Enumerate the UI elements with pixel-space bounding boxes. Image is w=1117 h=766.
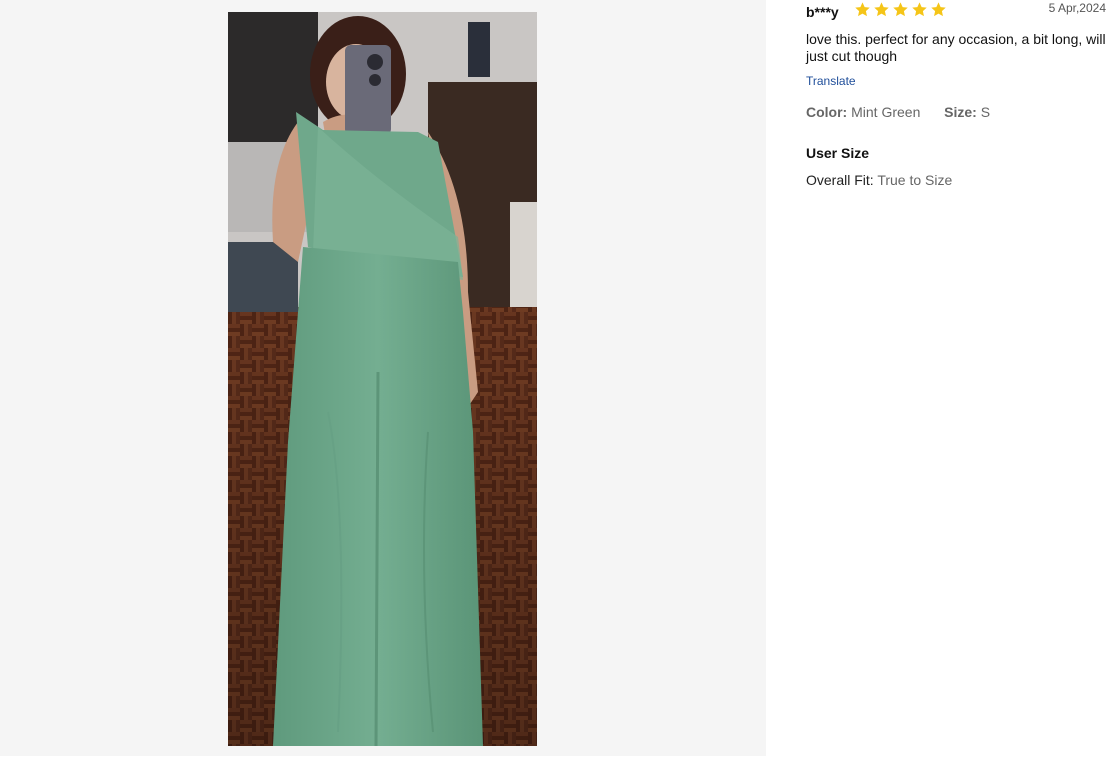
star-icon: [855, 2, 870, 17]
color-label: Color:: [806, 104, 848, 120]
overall-fit: Overall Fit: True to Size: [806, 172, 1110, 188]
star-rating: [854, 1, 947, 18]
star-icon: [912, 2, 927, 17]
size-value: S: [980, 104, 991, 120]
review-card: b***y 5 Apr,2024 love this. perfect for …: [806, 0, 1110, 188]
review-photo-image: [228, 12, 537, 746]
overall-fit-value: True to Size: [877, 172, 953, 188]
review-header: b***y 5 Apr,2024: [806, 0, 1110, 24]
star-icon: [931, 2, 946, 17]
color-value: Mint Green: [851, 104, 921, 120]
translate-link[interactable]: Translate: [806, 74, 856, 88]
reviewer-name: b***y: [806, 4, 839, 20]
star-icon: [874, 2, 889, 17]
review-date: 5 Apr,2024: [1048, 1, 1106, 15]
size-label: Size:: [944, 104, 977, 120]
review-text: love this. perfect for any occasion, a b…: [806, 31, 1106, 64]
purchase-attributes: Color: Mint Green Size: S: [806, 104, 1110, 120]
overall-fit-label: Overall Fit:: [806, 172, 874, 188]
user-size-title: User Size: [806, 145, 870, 161]
review-photo-gallery: [0, 0, 766, 756]
star-icon: [893, 2, 908, 17]
review-photo[interactable]: [228, 12, 537, 746]
